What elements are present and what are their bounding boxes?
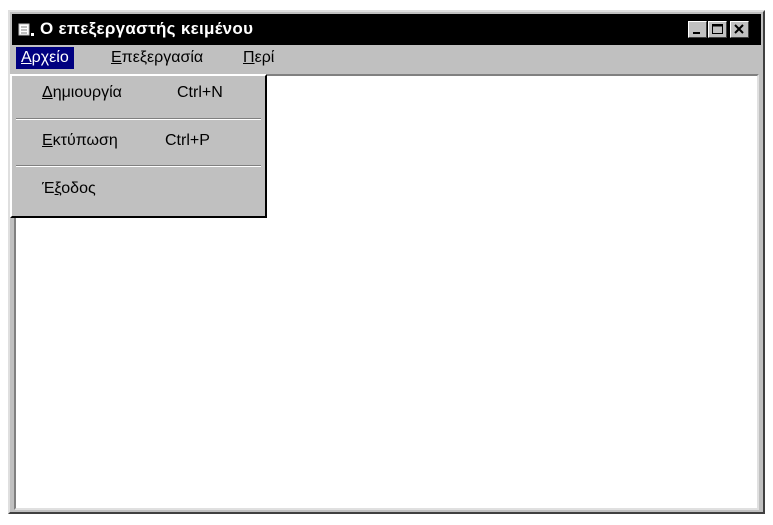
menu-item-print-label: κτύπωση [52, 132, 118, 149]
maximize-button[interactable] [708, 21, 727, 38]
menu-about-label: ερί [254, 49, 275, 66]
menu-item-print-shortcut: Ctrl+P [165, 132, 210, 149]
menu-file[interactable]: Αρχείο [16, 47, 74, 69]
menu-item-new-label: ημιουργία [52, 84, 122, 101]
menu-about-mnemonic: Π [243, 49, 255, 66]
close-button[interactable] [730, 21, 749, 38]
menu-file-mnemonic: Α [21, 49, 32, 66]
menu-edit-mnemonic: Ε [111, 49, 122, 66]
minimize-icon [693, 32, 700, 34]
menu-item-exit[interactable]: Έξοδος [42, 180, 96, 198]
menu-file-label: ρχείο [31, 49, 69, 66]
menu-item-print-mnemonic: Ε [42, 132, 53, 149]
menu-about[interactable]: Περί [238, 47, 279, 69]
menu-item-new-mnemonic: Δ [42, 84, 53, 101]
title-bar[interactable]: Ο επεξεργαστής κειμένου [12, 14, 761, 45]
menu-edit[interactable]: Επεξεργασία [106, 47, 208, 69]
menu-item-new-shortcut: Ctrl+N [177, 84, 223, 101]
window-title: Ο επεξεργαστής κειμένου [40, 19, 254, 38]
maximize-icon [712, 24, 723, 34]
menu-edit-label: πεξεργασία [121, 49, 204, 66]
file-menu-dropdown: Δημιουργία Ctrl+N Εκτύπωση Ctrl+P Έξοδος [10, 74, 267, 218]
notepad-icon[interactable] [18, 22, 36, 37]
menu-separator [16, 118, 261, 120]
menu-bar: Αρχείο Επεξεργασία Περί [12, 46, 761, 72]
minimize-button[interactable] [688, 21, 707, 38]
menu-item-exit-label: οδος [61, 180, 96, 197]
menu-separator [16, 165, 261, 167]
menu-item-exit-prefix: Έ [42, 180, 55, 197]
close-icon [734, 24, 744, 34]
menu-item-print[interactable]: Εκτύπωση [42, 132, 118, 150]
menu-item-new[interactable]: Δημιουργία [42, 84, 122, 102]
